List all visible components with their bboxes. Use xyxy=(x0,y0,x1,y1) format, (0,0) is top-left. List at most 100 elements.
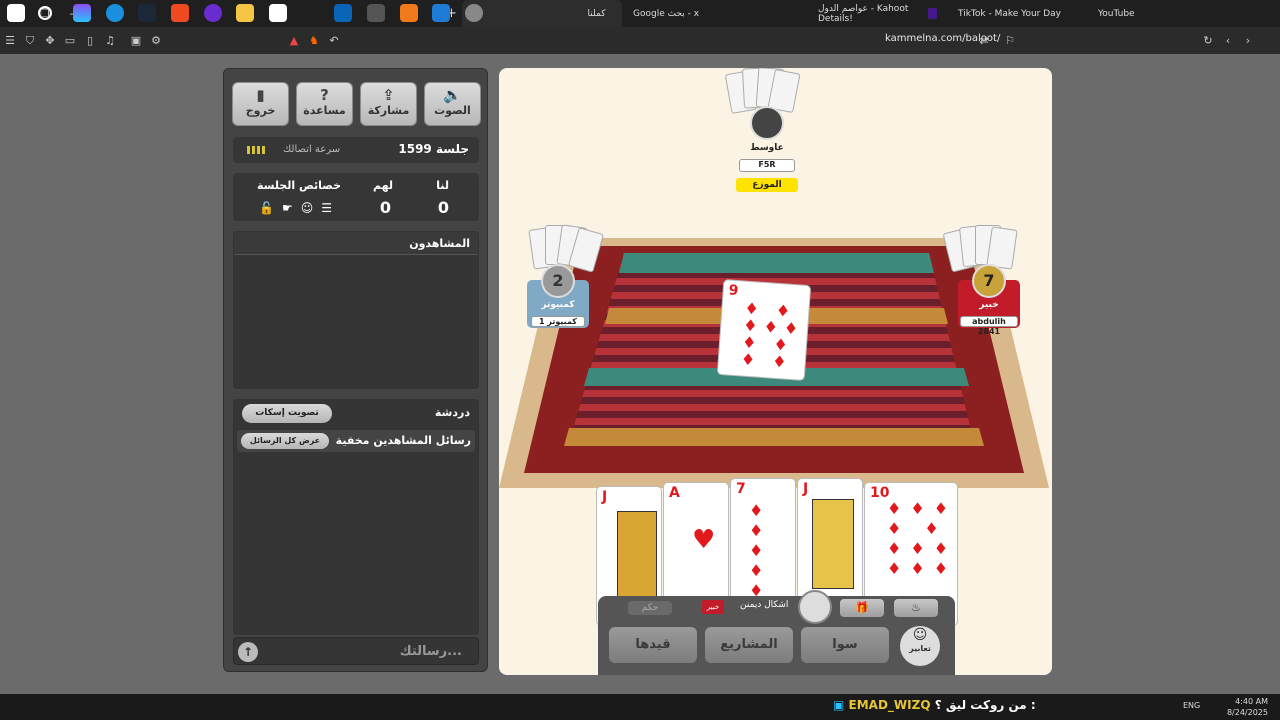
shield-icon[interactable]: ⛉ xyxy=(20,34,40,48)
list-icon: ☰ xyxy=(321,201,332,215)
edge-icon[interactable] xyxy=(106,4,124,22)
app-icon[interactable] xyxy=(432,4,450,22)
table-card-rank: 9 xyxy=(728,282,739,300)
tabs-icon[interactable]: ▭ xyxy=(60,34,80,47)
table-card: 9 ♦ ♦ ♦♦♦ ♦ ♦ ♦ ♦ xyxy=(716,279,812,381)
share-button[interactable]: ⇪ مشاركة xyxy=(360,82,417,126)
sound-button[interactable]: 🔈 الصوت xyxy=(424,82,481,126)
store-icon[interactable] xyxy=(269,4,287,22)
tab-youtube[interactable]: YouTube xyxy=(1090,0,1280,27)
mute-vote-button[interactable]: تصويت إسكات xyxy=(242,404,332,423)
us-label: لنا xyxy=(436,179,449,192)
handshake-icon: ☛ xyxy=(281,201,293,215)
brave-shield-icon[interactable]: ♞ xyxy=(304,34,324,47)
tab-google[interactable]: Google بحث - x xyxy=(625,0,765,27)
chat-placeholder: رسالتك... xyxy=(399,644,462,659)
session-id: جلسة 1599 xyxy=(398,142,469,156)
diamonds-shapes-label: اشكال ديمنن xyxy=(740,600,789,610)
my-avatar xyxy=(798,590,832,624)
outlook-icon[interactable] xyxy=(334,4,352,22)
sidebar-icon[interactable]: ▯ xyxy=(80,34,100,47)
action-hud: حكم خبير اشكال ديمنن 🎁 ♨ قيدها المشاريع … xyxy=(598,590,955,675)
tab-kahoot[interactable]: عواصم الدول - Kahoot Details! xyxy=(810,0,945,27)
expressions-button[interactable]: ☺ تعابير xyxy=(900,626,940,666)
table-card-pips: ♦ ♦ ♦♦♦ ♦ ♦ ♦ ♦ xyxy=(740,298,805,373)
ticker-text: من روكت ليق ؟ : xyxy=(934,698,1036,712)
side-panel: ▮ خروج ? مساعدة ⇪ مشاركة 🔈 الصوت سرعة ات… xyxy=(223,68,488,672)
right-player-tag: abdulih 2841 xyxy=(960,316,1018,336)
gift-icon[interactable]: 🎁 xyxy=(840,599,884,617)
chat-input[interactable]: ↑ رسالتك... xyxy=(233,637,479,665)
chat-title: دردشة xyxy=(434,406,470,419)
fire-icon[interactable]: ♨ xyxy=(894,599,938,617)
discord-icon[interactable] xyxy=(204,4,222,22)
brave-rewards-icon[interactable]: ▲ xyxy=(284,34,304,47)
sawa-button[interactable]: سوا xyxy=(801,627,889,663)
exit-button[interactable]: ▮ خروج xyxy=(232,82,289,126)
tab-tiktok[interactable]: TikTok - Make Your Day xyxy=(950,0,1080,27)
watchers-title: المشاهدون xyxy=(409,237,470,250)
settings-icon[interactable]: ⚙ xyxy=(146,34,166,47)
tab-kammelna[interactable]: ✕ كملنا xyxy=(462,0,622,27)
ticker-name: EMAD_WIZQ xyxy=(848,698,931,712)
left-player-avatar: 2 xyxy=(541,264,575,298)
back-icon[interactable]: ‹ xyxy=(1218,34,1238,47)
heart-icon: ♥ xyxy=(692,525,716,555)
left-player-tag: كمبيوتر 1 xyxy=(531,316,585,327)
help-button[interactable]: ? مساعدة xyxy=(296,82,353,126)
connection-bars-icon xyxy=(247,146,267,154)
top-player-name: عاوسط xyxy=(750,143,784,153)
extension-icon[interactable]: ✥ xyxy=(40,34,60,47)
refresh-icon[interactable]: ↻ xyxy=(1198,34,1218,47)
copilot-icon[interactable] xyxy=(73,4,91,22)
music-icon[interactable]: ♫ xyxy=(100,34,120,47)
obs-icon[interactable] xyxy=(465,4,483,22)
kahoot-favicon-icon xyxy=(928,8,937,19)
hokum-button[interactable]: حكم xyxy=(628,601,672,615)
watchers-box: المشاهدون xyxy=(233,231,479,389)
jack-face-graphic xyxy=(812,499,854,589)
unlock-icon: 🔓 xyxy=(259,201,274,215)
game-table: عاوسط F5R الموزع 2 كمبيوتر كمبيوتر 1 7 خ… xyxy=(499,68,1052,675)
send-arrow-icon[interactable]: ↑ xyxy=(238,642,258,662)
chat-box: دردشة تصويت إسكات رسائل المشاهدين مخفية … xyxy=(233,399,479,635)
language-indicator[interactable]: ENG xyxy=(1183,701,1200,710)
dealer-badge: الموزع xyxy=(736,178,798,192)
hidden-messages-text: رسائل المشاهدين مخفية xyxy=(335,434,471,447)
door-icon: ▮ xyxy=(256,86,265,104)
ticker-icon: ▣ xyxy=(833,698,845,712)
help-icon: ? xyxy=(320,86,329,104)
folder-icon[interactable] xyxy=(236,4,254,22)
reload-icon[interactable]: ↶ xyxy=(324,34,344,47)
them-label: لهم xyxy=(372,179,393,192)
mute-icon: 🔈 xyxy=(443,86,462,104)
show-all-messages-button[interactable]: عرض كل الرسائل xyxy=(241,433,329,449)
stream-ticker: ▣ EMAD_WIZQ من روكت ليق ؟ : xyxy=(833,698,1036,712)
right-player-avatar: 7 xyxy=(972,264,1006,298)
projects-button[interactable]: المشاريع xyxy=(705,627,793,663)
address-bar[interactable]: kammelna.com/baloot/ xyxy=(885,33,1000,44)
hidden-messages-row: رسائل المشاهدين مخفية عرض كل الرسائل xyxy=(237,430,475,452)
forward-icon[interactable]: › xyxy=(1238,34,1258,47)
wallet-icon[interactable]: ▣ xyxy=(126,34,146,47)
creative-app-icon[interactable] xyxy=(400,4,418,22)
us-score: 0 xyxy=(437,198,449,217)
app-icon[interactable] xyxy=(367,4,385,22)
menu-icon[interactable]: ☰ xyxy=(0,34,20,47)
system-clock[interactable]: 4:40 AM 8/24/2025 xyxy=(1227,696,1268,718)
top-player-tag: F5R xyxy=(739,159,795,172)
steam-icon[interactable] xyxy=(138,4,156,22)
windows-taskbar xyxy=(0,694,1280,720)
brave-icon[interactable] xyxy=(171,4,189,22)
qaydha-button[interactable]: قيدها xyxy=(609,627,697,663)
scoreboard: لنا لهم خصائص الجلسة 0 0 🔓 ☛ ☺ ☰ xyxy=(233,173,479,221)
share-icon: ⇪ xyxy=(382,86,395,104)
bookmark-icon[interactable]: ⚐ xyxy=(1000,34,1020,47)
session-props-icons: 🔓 ☛ ☺ ☰ xyxy=(259,201,332,215)
search-icon[interactable] xyxy=(38,6,52,20)
connection-speed-label: سرعة اتصالك xyxy=(283,144,341,155)
session-props-label: خصائص الجلسة xyxy=(256,179,341,192)
top-player-avatar xyxy=(750,106,784,140)
them-score: 0 xyxy=(379,198,391,217)
start-icon[interactable] xyxy=(7,4,25,22)
